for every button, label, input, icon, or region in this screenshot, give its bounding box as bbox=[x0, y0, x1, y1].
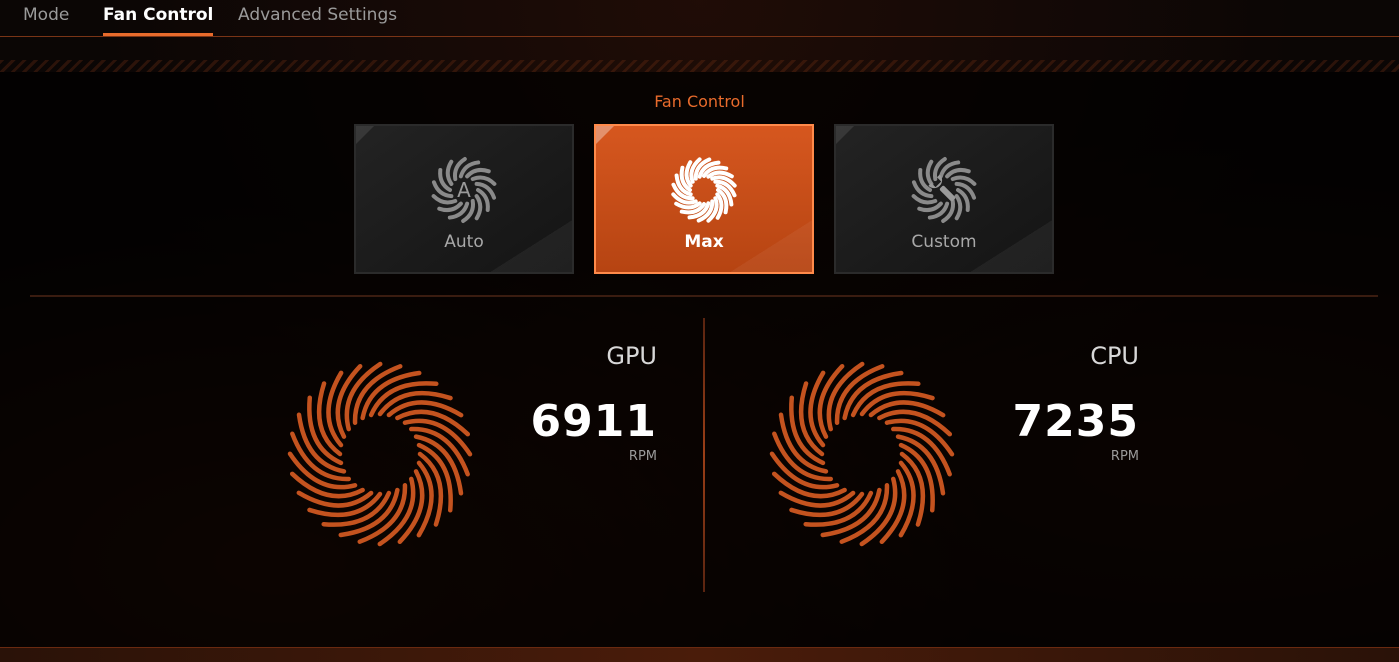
mode-label-custom: Custom bbox=[911, 232, 977, 252]
vertical-divider bbox=[703, 318, 705, 592]
gpu-label: GPU bbox=[606, 342, 657, 370]
tab-mode[interactable]: Mode bbox=[23, 0, 69, 36]
fan-blade bbox=[925, 159, 934, 186]
cpu-label: CPU bbox=[1090, 342, 1139, 370]
fan-blade bbox=[437, 201, 463, 213]
fan-blade bbox=[954, 194, 963, 221]
fan-custom-icon bbox=[911, 157, 977, 223]
mode-label-auto: Auto bbox=[444, 232, 484, 252]
fan-blade bbox=[465, 167, 491, 179]
mode-card-max[interactable]: Max bbox=[594, 124, 814, 274]
svg-text:A: A bbox=[457, 178, 471, 202]
gpu-rpm-value: 6911 bbox=[530, 396, 657, 447]
section-title: Fan Control bbox=[654, 92, 745, 111]
fan-max-icon bbox=[671, 157, 737, 223]
section-divider bbox=[30, 295, 1378, 297]
mode-card-auto[interactable]: A Auto bbox=[354, 124, 574, 274]
mode-label-max: Max bbox=[684, 232, 724, 252]
gpu-rpm-unit: RPM bbox=[628, 449, 657, 464]
mode-card-custom[interactable]: Custom bbox=[834, 124, 1054, 274]
fan-blade bbox=[945, 167, 971, 179]
fan-blade bbox=[917, 201, 943, 213]
cpu-rpm-value: 7235 bbox=[1012, 396, 1139, 447]
bottom-bar bbox=[0, 647, 1399, 662]
tab-bar: Mode Fan Control Advanced Settings bbox=[0, 0, 1399, 37]
fan-blade bbox=[474, 194, 483, 221]
gpu-fan-icon bbox=[287, 361, 473, 547]
tab-fan-control[interactable]: Fan Control bbox=[103, 0, 214, 36]
cpu-fan-icon bbox=[769, 361, 955, 547]
cpu-rpm-unit: RPM bbox=[1110, 449, 1139, 464]
fan-blade bbox=[445, 159, 454, 186]
tab-advanced-settings[interactable]: Advanced Settings bbox=[238, 0, 397, 36]
fan-auto-icon: A bbox=[431, 157, 497, 223]
decorative-stripe bbox=[0, 60, 1399, 72]
